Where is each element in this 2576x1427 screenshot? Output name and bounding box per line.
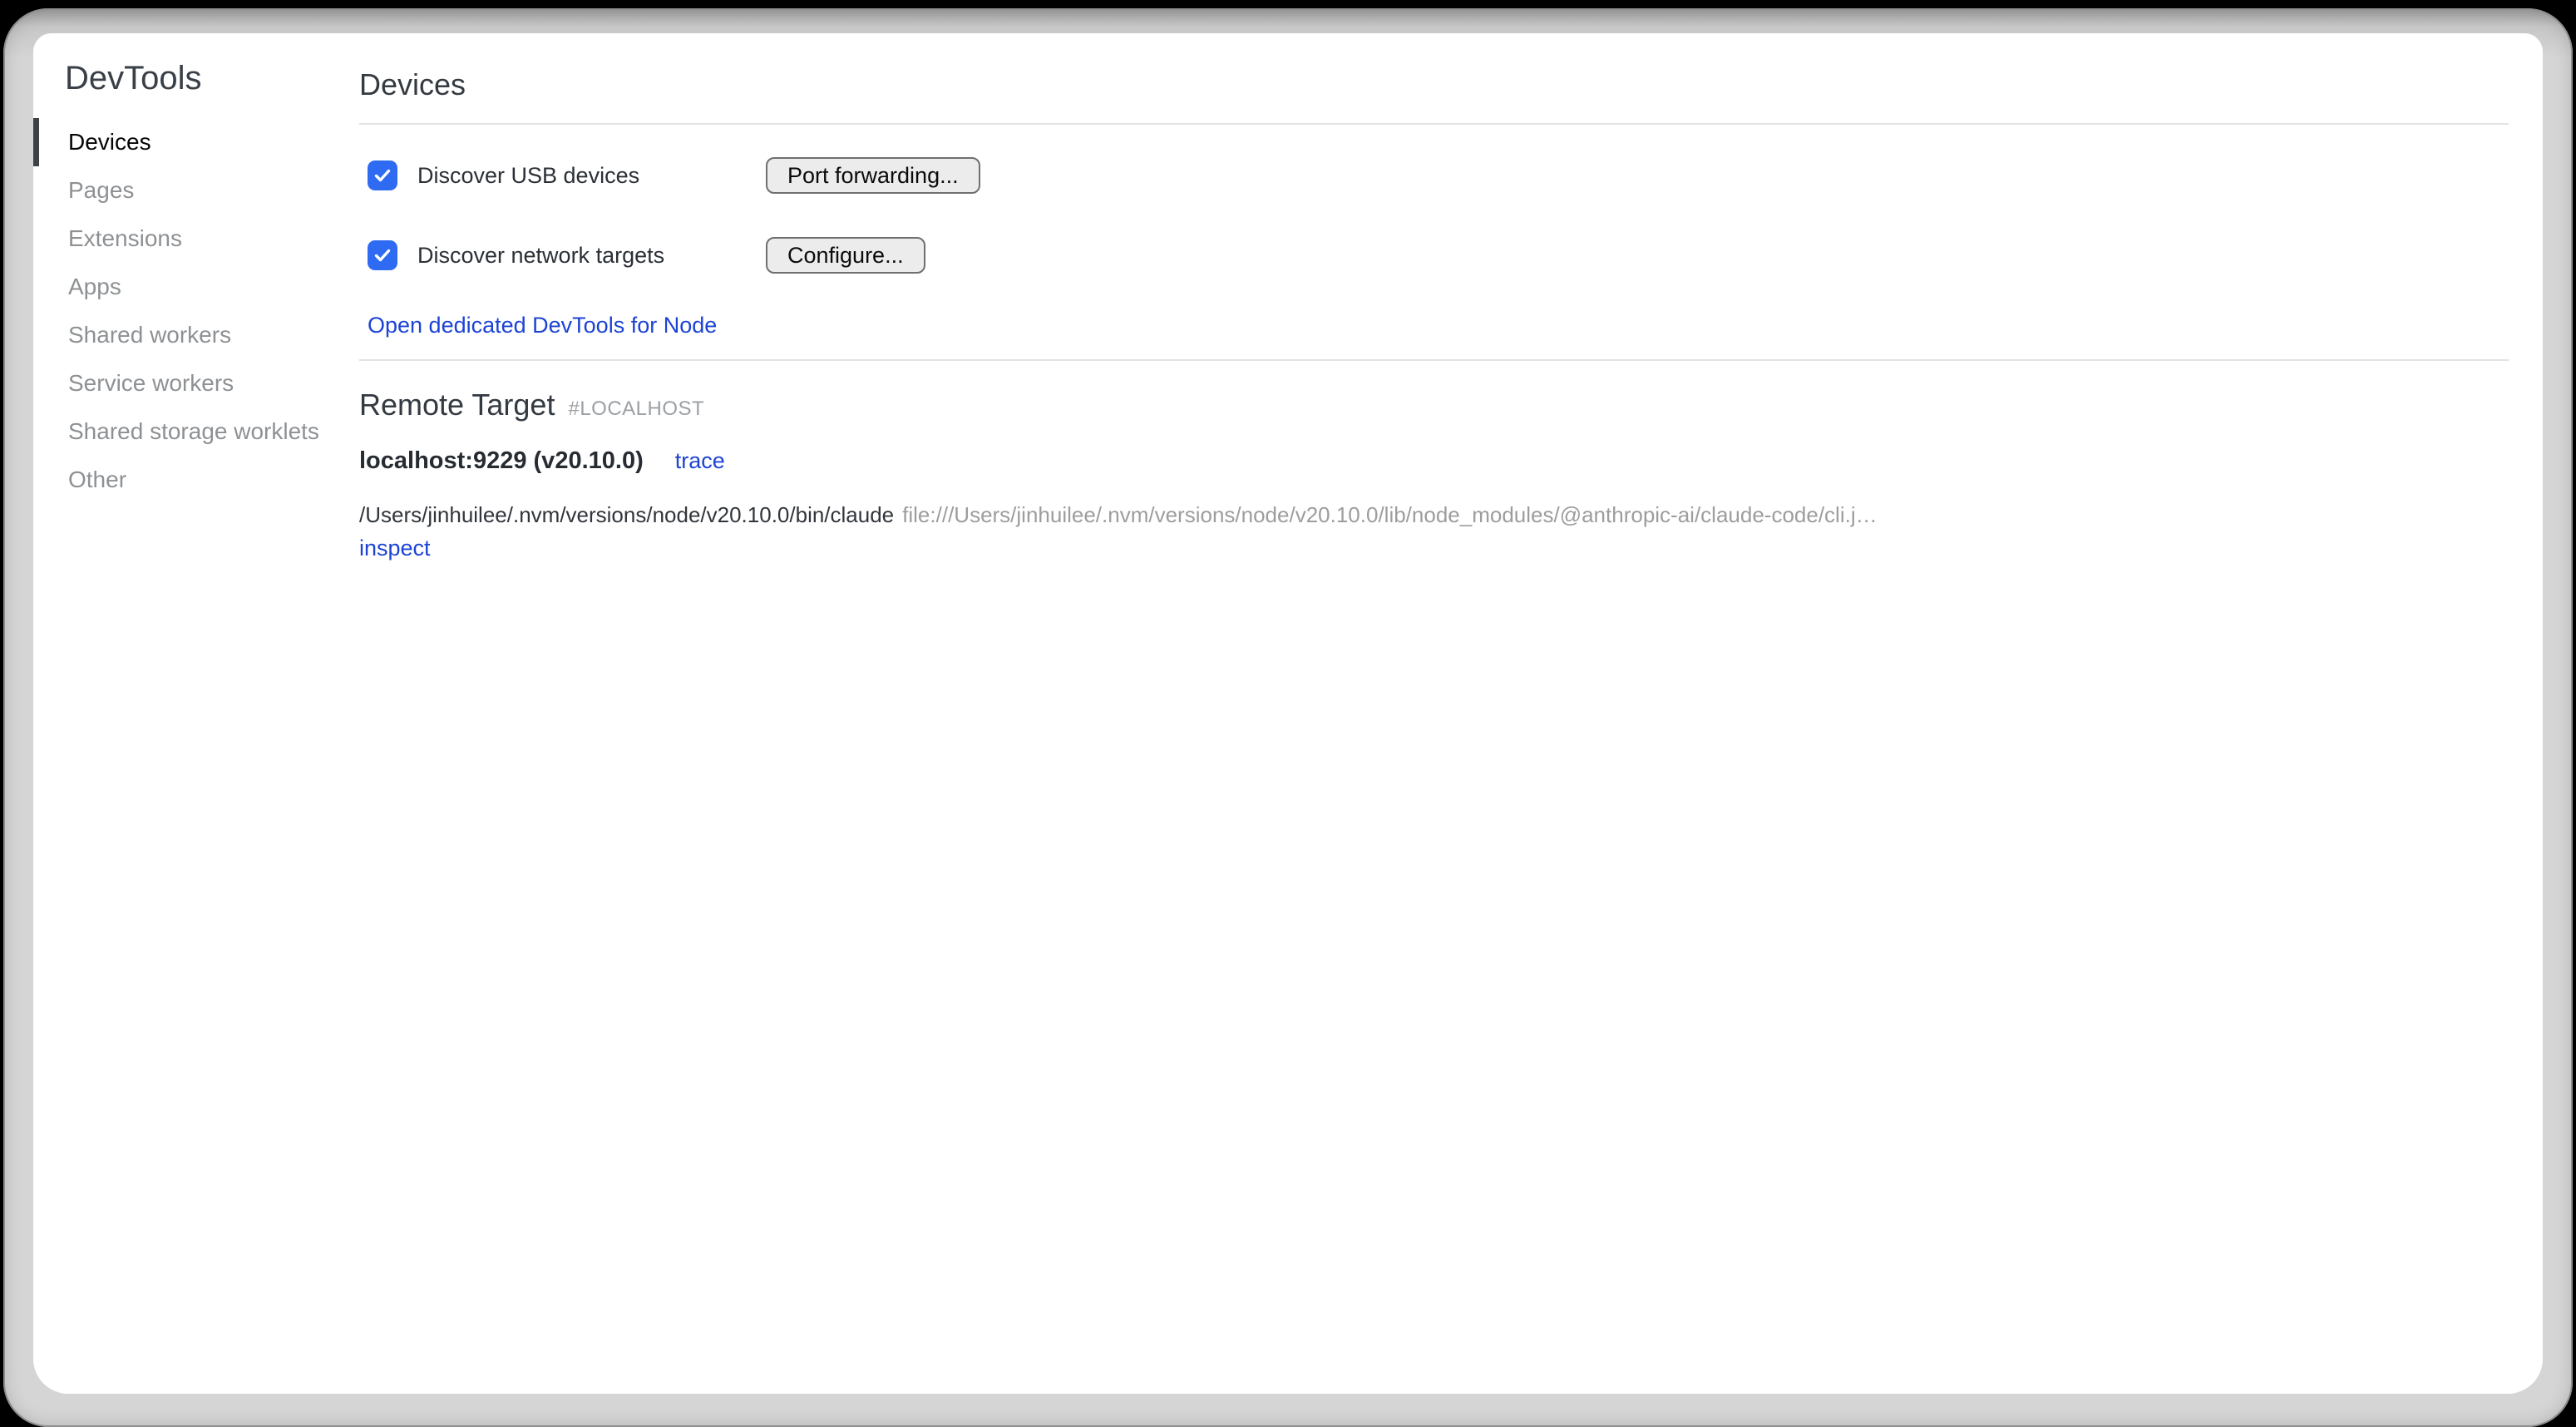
discover-usb-checkbox[interactable] (368, 160, 397, 190)
sidebar-item-pages[interactable]: Pages (33, 166, 359, 215)
discover-network-label: Discover network targets (417, 243, 664, 269)
target-details: /Users/jinhuilee/.nvm/versions/node/v20.… (359, 498, 2509, 565)
inspect-link[interactable]: inspect (359, 536, 431, 560)
sidebar-nav: Devices Pages Extensions Apps Shared wor… (33, 118, 359, 504)
discover-usb-label: Discover USB devices (417, 163, 639, 189)
checkmark-icon (373, 245, 392, 265)
sidebar-item-label: Devices (68, 129, 151, 156)
open-node-devtools-link[interactable]: Open dedicated DevTools for Node (368, 313, 717, 338)
target-actions-line: inspect (359, 531, 2509, 565)
divider (359, 123, 2509, 125)
sidebar-item-extensions[interactable]: Extensions (33, 215, 359, 263)
app-title: DevTools (65, 58, 359, 98)
sidebar-item-shared-workers[interactable]: Shared workers (33, 311, 359, 359)
sidebar-item-label: Pages (68, 177, 134, 204)
discover-network-row: Discover network targets Configure... (359, 236, 2509, 274)
sidebar-item-devices[interactable]: Devices (33, 118, 359, 166)
target-name-row: localhost:9229 (v20.10.0) trace (359, 447, 2509, 475)
process-path: /Users/jinhuilee/.nvm/versions/node/v20.… (359, 502, 894, 527)
sidebar-item-label: Service workers (68, 370, 234, 397)
discover-usb-row: Discover USB devices Port forwarding... (359, 156, 2509, 195)
sidebar-item-service-workers[interactable]: Service workers (33, 359, 359, 407)
resize-handle[interactable] (2531, 1382, 2543, 1394)
localhost-tag: #LOCALHOST (568, 397, 704, 421)
devtools-window: DevTools Devices Pages Extensions Apps (33, 33, 2543, 1394)
discover-network-checkbox[interactable] (368, 240, 397, 270)
port-forwarding-button[interactable]: Port forwarding... (766, 157, 980, 194)
sidebar-item-label: Extensions (68, 225, 182, 252)
sidebar-item-other[interactable]: Other (33, 456, 359, 504)
sidebar-item-label: Apps (68, 274, 121, 300)
window-frame: DevTools Devices Pages Extensions Apps (3, 8, 2573, 1427)
page-title: Devices (359, 68, 2509, 101)
remote-target-heading-row: Remote Target #LOCALHOST (359, 388, 2509, 422)
checkmark-icon (373, 165, 392, 185)
sidebar-item-label: Shared storage worklets (68, 418, 319, 445)
divider (359, 359, 2509, 361)
node-devtools-link-row: Open dedicated DevTools for Node (359, 313, 2509, 338)
sidebar-item-apps[interactable]: Apps (33, 263, 359, 311)
sidebar-item-label: Other (68, 467, 126, 493)
target-path-line: /Users/jinhuilee/.nvm/versions/node/v20.… (359, 498, 2509, 531)
target-name: localhost:9229 (v20.10.0) (359, 447, 644, 475)
main-panel: Devices Discover USB devices Port forwar… (359, 33, 2543, 1394)
remote-target-title: Remote Target (359, 388, 555, 422)
configure-button[interactable]: Configure... (766, 237, 925, 274)
desktop-background: DevTools Devices Pages Extensions Apps (0, 0, 2576, 1427)
sidebar: DevTools Devices Pages Extensions Apps (33, 33, 359, 1394)
sidebar-item-shared-storage-worklets[interactable]: Shared storage worklets (33, 407, 359, 456)
trace-link[interactable]: trace (675, 448, 725, 474)
sidebar-item-label: Shared workers (68, 322, 231, 348)
module-url: file:///Users/jinhuilee/.nvm/versions/no… (902, 502, 1877, 527)
